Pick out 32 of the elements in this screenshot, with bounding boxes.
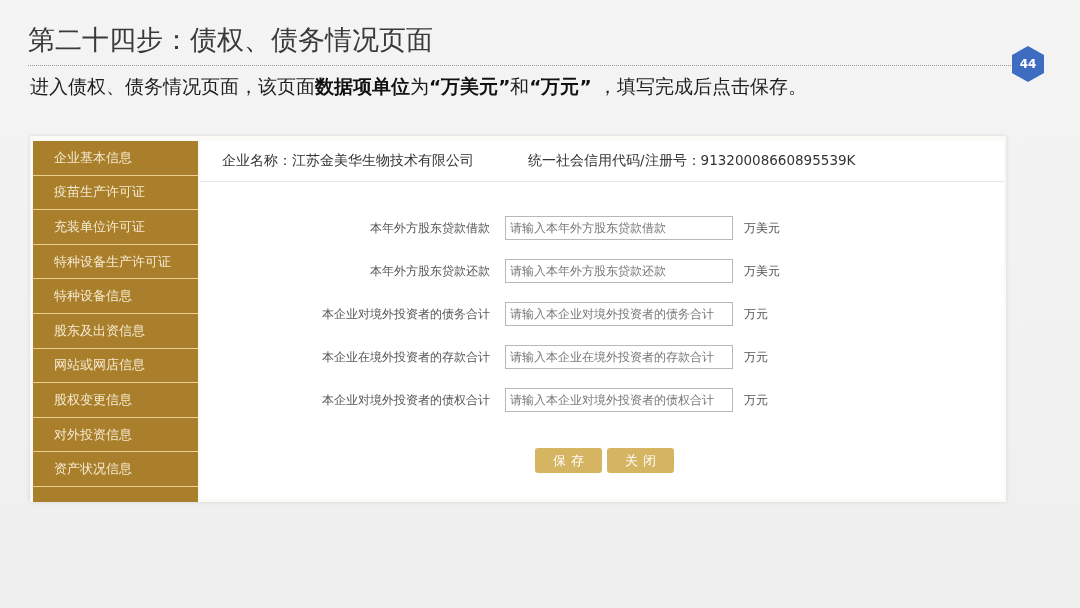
field-label: 本企业对境外投资者的债权合计 <box>322 391 490 409</box>
page-number-badge: 44 <box>1012 46 1044 82</box>
sidebar-item[interactable]: 企业基本信息 <box>33 141 198 176</box>
sidebar-item[interactable]: 特种设备生产许可证 <box>33 244 198 280</box>
sidebar-item[interactable]: 充装单位许可证 <box>33 210 198 245</box>
sidebar-item[interactable]: 特种设备信息 <box>33 279 198 314</box>
field-label: 本年外方股东贷款借款 <box>370 219 490 237</box>
sidebar-item[interactable]: 股东及出资信息 <box>33 313 198 349</box>
unit-label: 万元 <box>744 391 768 409</box>
field-label: 本企业在境外投资者的存款合计 <box>322 348 490 366</box>
close-button[interactable]: 关闭 <box>607 448 674 473</box>
input-field[interactable]: 请输入本年外方股东贷款借款 <box>505 216 733 240</box>
input-field[interactable]: 请输入本年外方股东贷款还款 <box>505 259 733 283</box>
input-field[interactable]: 请输入本企业在境外投资者的存款合计 <box>505 345 733 369</box>
sidebar-item[interactable]: 网站或网店信息 <box>33 348 198 384</box>
company-name-text: 企业名称：江苏金美华生物技术有限公司 <box>222 152 474 170</box>
credit-code-text: 统一社会信用代码/注册号：91320008660895539K <box>528 152 856 170</box>
unit-label: 万美元 <box>744 219 780 237</box>
input-field[interactable]: 请输入本企业对境外投资者的债权合计 <box>505 388 733 412</box>
input-field[interactable]: 请输入本企业对境外投资者的债务合计 <box>505 302 733 326</box>
unit-label: 万元 <box>744 348 768 366</box>
unit-label: 万元 <box>744 305 768 323</box>
save-button[interactable]: 保存 <box>535 448 602 473</box>
unit-label: 万美元 <box>744 262 780 280</box>
field-label: 本年外方股东贷款还款 <box>370 262 490 280</box>
sidebar-item[interactable]: 资产状况信息 <box>33 452 198 487</box>
sidebar-item[interactable]: 股权变更信息 <box>33 383 198 418</box>
sidebar-item[interactable]: 疫苗生产许可证 <box>33 175 198 211</box>
slide-title: 第二十四步：债权、债务情况页面 <box>28 23 433 57</box>
sidebar-item[interactable]: 对外投资信息 <box>33 417 198 453</box>
instruction-text: 进入债权、债务情况页面，该页面数据项单位为“万美元”和“万元” ，填写完成后点击保存。 <box>30 75 807 99</box>
field-label: 本企业对境外投资者的债务合计 <box>322 305 490 323</box>
